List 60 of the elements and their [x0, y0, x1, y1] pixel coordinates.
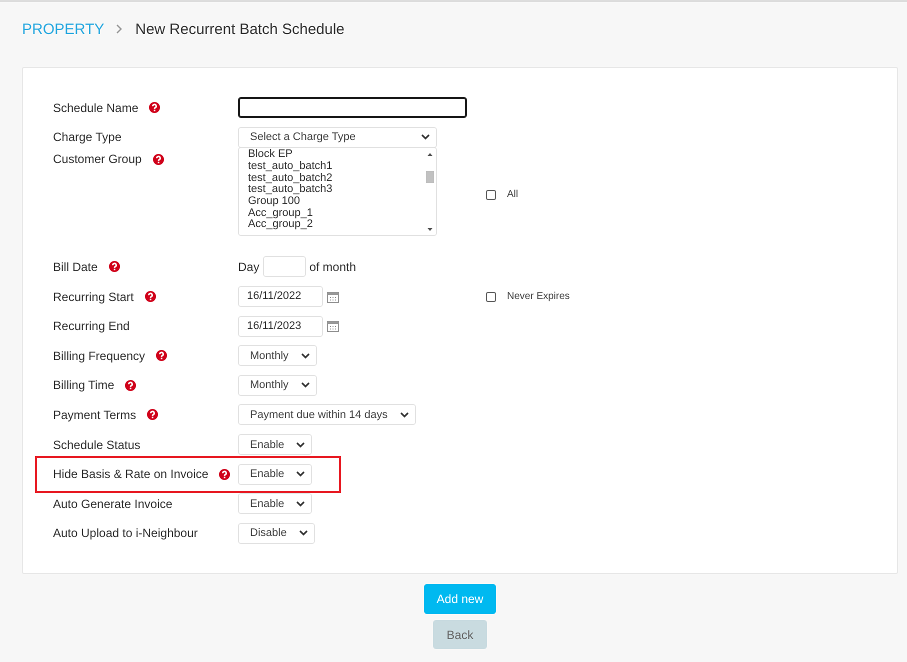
field-label: Customer Group: [53, 152, 142, 166]
help-icon[interactable]: [152, 154, 164, 165]
field-suffix: of month: [309, 260, 356, 274]
chevron-down-icon: [300, 352, 310, 359]
list-option[interactable]: Acc_group_2: [248, 219, 425, 232]
field-label: Charge Type: [53, 130, 122, 144]
list-option[interactable]: Group 100: [248, 196, 425, 208]
calendar-icon[interactable]: [327, 320, 339, 332]
list-option[interactable]: Acc_group_1: [248, 208, 425, 220]
field-label: Billing Time: [53, 378, 114, 392]
chevron-down-icon: [298, 530, 308, 536]
chevron-down-icon: [400, 412, 409, 418]
field-label: Bill Date: [53, 260, 98, 274]
chevron-right-icon: [116, 24, 124, 34]
help-icon[interactable]: [125, 380, 136, 391]
checkbox[interactable]: [486, 190, 496, 200]
dropdown[interactable]: Disable: [238, 522, 315, 544]
field-prefix: Day: [238, 260, 260, 274]
calendar-icon[interactable]: [327, 290, 339, 303]
help-icon[interactable]: [108, 261, 120, 272]
back-button[interactable]: Back: [433, 620, 487, 649]
checkbox-label: All: [507, 189, 518, 200]
checkbox-label: Never Expires: [507, 291, 570, 302]
help-icon[interactable]: [219, 468, 230, 480]
dropdown[interactable]: Select a Charge Type: [238, 126, 437, 148]
list-option[interactable]: test_auto_batch2: [248, 172, 425, 184]
field-label: Auto Upload to i-Neighbour: [53, 526, 198, 540]
chevron-down-icon: [296, 500, 306, 507]
field-label: Auto Generate Invoice: [53, 496, 172, 511]
field-label: Billing Frequency: [53, 348, 146, 363]
chevron-down-icon: [300, 382, 310, 388]
dropdown[interactable]: Monthly: [238, 374, 317, 396]
help-icon[interactable]: [156, 350, 168, 362]
help-icon[interactable]: [144, 291, 156, 302]
help-icon[interactable]: [147, 409, 158, 420]
text-input[interactable]: [238, 97, 467, 118]
chevron-down-icon: [296, 471, 306, 478]
help-icon[interactable]: [149, 102, 160, 114]
checkbox[interactable]: [486, 292, 496, 302]
dropdown[interactable]: Enable: [238, 493, 312, 514]
dropdown[interactable]: Enable: [238, 464, 312, 485]
field-label: Recurring Start: [53, 290, 134, 304]
dropdown[interactable]: Payment due within 14 days: [238, 404, 416, 426]
page-title: New Recurrent Batch Schedule: [135, 20, 345, 38]
field-label: Recurring End: [53, 319, 130, 334]
chevron-down-icon: [421, 134, 430, 140]
list-option[interactable]: test_auto_batch1: [248, 160, 425, 173]
date-input[interactable]: 16/11/2023: [238, 316, 323, 337]
field-label: Schedule Status: [53, 438, 140, 452]
list-option[interactable]: Block EP: [248, 149, 425, 161]
list-box[interactable]: Block EP test_auto_batch1 test_auto_batch2 test_auto_batch3 Group 100 Acc_group_1 Acc_group_2: [238, 147, 437, 236]
day-input[interactable]: [263, 256, 306, 278]
dropdown[interactable]: Monthly: [238, 345, 317, 366]
field-label: Payment Terms: [53, 408, 136, 422]
dropdown[interactable]: Enable: [238, 434, 312, 456]
list-option[interactable]: test_auto_batch3: [248, 184, 425, 196]
date-input[interactable]: 16/11/2022: [238, 286, 323, 308]
field-label: Schedule Name: [53, 100, 138, 115]
field-label: Hide Basis & Rate on Invoice: [53, 467, 208, 482]
chevron-down-icon: [296, 442, 306, 448]
